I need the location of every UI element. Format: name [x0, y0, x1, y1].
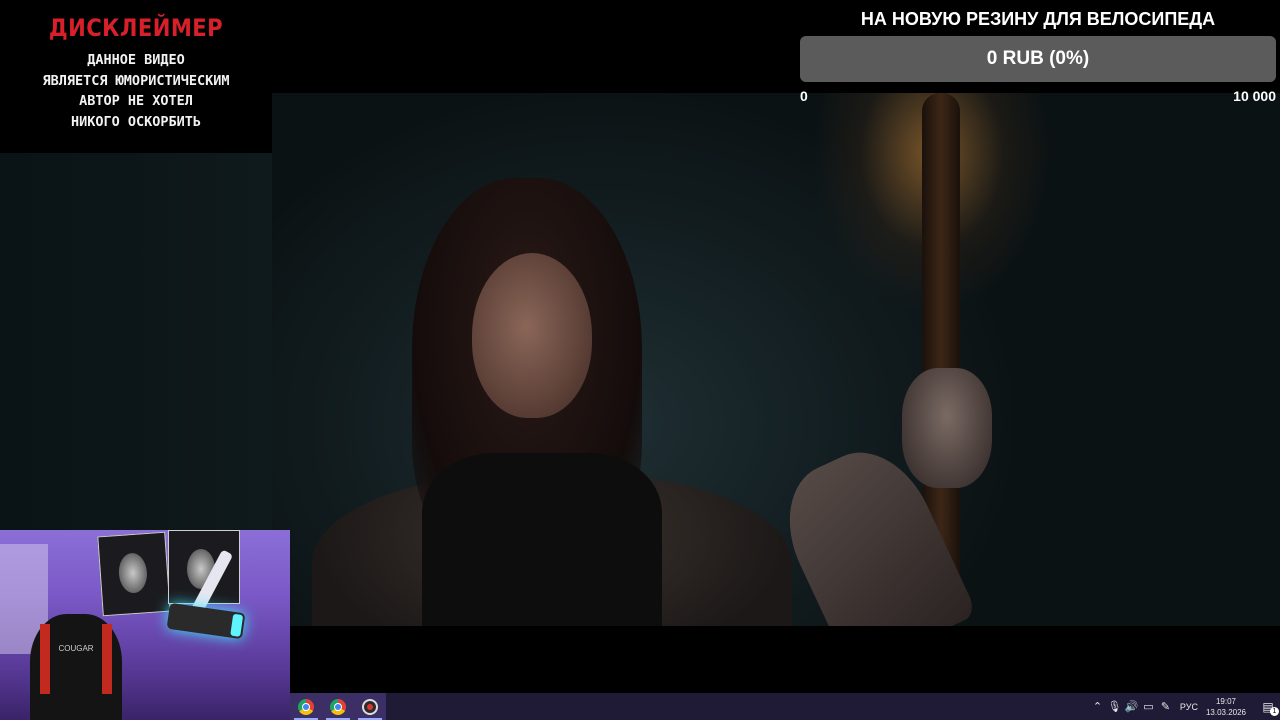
disclaimer-line: АВТОР НЕ ХОТЕЛ — [79, 93, 193, 109]
video-frame[interactable] — [272, 93, 1280, 626]
donation-goal-min: 0 — [800, 88, 808, 104]
clock-time: 19:07 — [1215, 696, 1236, 706]
clock-date: 13.03.2026 — [1205, 707, 1246, 717]
gaming-chair: COUGAR — [30, 614, 122, 720]
person-hand — [902, 368, 992, 488]
disclaimer-title: ДИСКЛЕЙМЕР — [48, 14, 224, 42]
disclaimer-line: ЯВЛЯЕТСЯ ЮМОРИСТИЧЕСКИМ — [42, 72, 230, 89]
disclaimer-panel: ДИСКЛЕЙМЕР ДАННОЕ ВИДЕО ЯВЛЯЕТСЯ ЮМОРИСТ… — [0, 0, 272, 153]
speaker-icon[interactable]: 🔊 — [1123, 700, 1140, 713]
chrome-icon — [298, 698, 314, 715]
pen-icon[interactable]: ✎ — [1157, 700, 1174, 713]
clock[interactable]: 19:07 13.03.2026 — [1206, 696, 1246, 718]
taskbar-app-chrome[interactable] — [290, 693, 322, 720]
obs-icon — [362, 698, 378, 715]
person-face — [472, 253, 592, 418]
donation-goal-bar: 0 RUB (0%) — [800, 36, 1276, 82]
donation-goal-title: НА НОВУЮ РЕЗИНУ ДЛЯ ВЕЛОСИПЕДА — [860, 9, 1216, 29]
notification-count: 1 — [1270, 706, 1279, 716]
chevron-up-icon[interactable]: ⌃ — [1089, 700, 1106, 713]
taskbar-app-obs[interactable] — [354, 693, 386, 720]
microphone — [166, 602, 246, 640]
donation-goal-max: 10 000 — [1233, 88, 1276, 104]
network-icon[interactable]: ▭ — [1140, 700, 1157, 713]
donation-goal-progress-text: 0 RUB (0%) — [986, 48, 1090, 69]
webcam-overlay: COUGAR — [0, 530, 290, 720]
disclaimer-line: ДАННОЕ ВИДЕО — [87, 52, 185, 68]
system-tray: ⌃ 🎙 🔊 ▭ ✎ РУС 19:07 13.03.2026 ▤ 1 — [1089, 693, 1280, 720]
taskbar-app-chrome-2[interactable] — [322, 693, 354, 720]
person-dress — [422, 453, 662, 626]
disclaimer-line: НИКОГО ОСКОРБИТЬ — [70, 113, 202, 130]
chair-logo: COUGAR — [58, 644, 94, 653]
chrome-icon — [330, 698, 346, 715]
video-background-left — [0, 153, 272, 530]
notifications-button[interactable]: ▤ 1 — [1256, 700, 1280, 716]
taskbar: ⌃ 🎙 🔊 ▭ ✎ РУС 19:07 13.03.2026 ▤ 1 — [290, 693, 1280, 720]
microphone-icon[interactable]: 🎙 — [1106, 700, 1123, 713]
language-indicator[interactable]: РУС — [1180, 702, 1198, 712]
wall-poster — [97, 531, 171, 617]
